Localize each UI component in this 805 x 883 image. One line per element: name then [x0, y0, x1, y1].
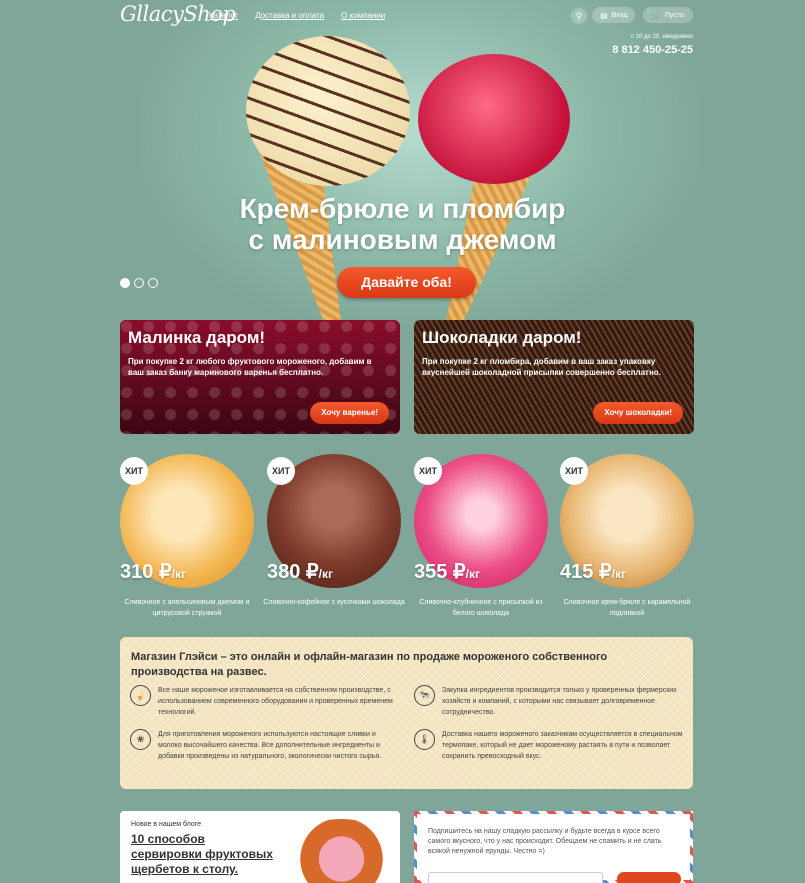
hero-title-line1: Крем-брюле и пломбир	[239, 193, 566, 224]
hit-badge: ХИТ	[120, 457, 148, 485]
nav-about[interactable]: О компании	[341, 11, 385, 20]
cart-button[interactable]: 🛒 Пусто	[643, 7, 693, 23]
promo-chocolate: Шоколадки даром! При покупке 2 кг пломби…	[414, 320, 694, 434]
nav-delivery[interactable]: Доставка и оплата	[255, 11, 324, 20]
hit-badge: ХИТ	[560, 457, 588, 485]
hit-badge: ХИТ	[414, 457, 442, 485]
nav-catalog[interactable]: Каталог	[209, 11, 238, 20]
newsletter-subscribe-button[interactable]	[617, 872, 681, 883]
hit-badge: ХИТ	[267, 457, 295, 485]
ice-cream-icon: 🍦	[130, 685, 151, 706]
promo-title: Малинка даром!	[128, 328, 266, 347]
promo-text: При покупке 2 кг любого фруктового морож…	[128, 357, 372, 377]
about-section: Магазин Глэйси – это онлайн и офлайн-маг…	[120, 637, 693, 789]
product-name[interactable]: Сливочное с апельсиновым джемом и цитрус…	[116, 597, 258, 619]
product-name[interactable]: Сливочное крем-брюле с карамельной подли…	[556, 597, 698, 619]
promo-jam-button[interactable]: Хочу варенье!	[310, 402, 389, 424]
login-button[interactable]: ▤ Вход	[592, 7, 636, 23]
product-price: 380 ₽/кг	[267, 561, 333, 583]
product-price: 355 ₽/кг	[414, 561, 480, 583]
promo-text: При покупке 2 кг пломбира, добавим в ваш…	[422, 357, 661, 377]
cart-label: Пусто	[664, 11, 684, 19]
slider-dot-3[interactable]	[148, 278, 158, 288]
main-nav: Каталог Доставка и оплата О компании	[209, 11, 385, 20]
search-icon[interactable]: ⚲	[571, 8, 587, 24]
feature-item: 🍦 Все наше мороженое изготавливается на …	[130, 685, 400, 718]
work-hours: с 10 до 20, ежедневно	[631, 34, 693, 40]
slider-dots	[120, 278, 158, 288]
about-title: Магазин Глэйси – это онлайн и офлайн-маг…	[131, 651, 608, 678]
product-price: 415 ₽/кг	[560, 561, 626, 583]
hero-title: Крем-брюле и пломбир с малиновым джемом	[0, 193, 805, 255]
login-label: Вход	[611, 11, 628, 19]
product-name[interactable]: Сливочно-кофейное с кусочками шоколада	[263, 597, 405, 608]
promo-chocolate-button[interactable]: Хочу шоколадки!	[593, 402, 683, 424]
scoop-vanilla-chocolate	[246, 36, 410, 186]
newsletter-card: Подпишитесь на нашу сладкую рассылку и б…	[414, 811, 693, 883]
scoop-raspberry	[418, 54, 570, 184]
feature-text: Закупка ингредиентов производится только…	[442, 687, 677, 716]
promo-title: Шоколадки даром!	[422, 328, 582, 347]
feature-item: ❀ Для приготовления мороженого использую…	[130, 729, 400, 762]
blog-post-link[interactable]: 10 способов сервировки фруктовых щербето…	[131, 832, 276, 877]
feature-item: 🌡 Доставка нашего мороженого заказчикам …	[414, 729, 684, 762]
feature-item: 🐄 Закупка ингредиентов производится толь…	[414, 685, 684, 718]
slider-dot-1[interactable]	[120, 278, 130, 288]
feature-text: Для приготовления мороженого используютс…	[158, 731, 382, 760]
cart-icon: 🛒	[651, 10, 661, 20]
login-icon: ▤	[600, 10, 608, 20]
blog-card: Новое в нашем блоге 10 способов сервиров…	[120, 811, 400, 883]
hero-cta-button[interactable]: Давайте оба!	[337, 267, 476, 298]
product-name[interactable]: Сливочно-клубничное с присыпкой из белог…	[410, 597, 552, 619]
leaf-icon: ❀	[130, 729, 151, 750]
feature-text: Все наше мороженое изготавливается на со…	[158, 687, 393, 716]
hero-title-line2: с малиновым джемом	[248, 224, 557, 255]
newsletter-email-input[interactable]	[428, 872, 603, 883]
feature-text: Доставка нашего мороженого заказчикам ос…	[442, 731, 683, 760]
promo-raspberry: Малинка даром! При покупке 2 кг любого ф…	[120, 320, 400, 434]
newsletter-text: Подпишитесь на нашу сладкую рассылку и б…	[428, 828, 662, 855]
slider-dot-2[interactable]	[134, 278, 144, 288]
cow-icon: 🐄	[414, 685, 435, 706]
phone-number: 8 812 450-25-25	[612, 44, 693, 56]
thermometer-icon: 🌡	[414, 729, 435, 750]
product-price: 310 ₽/кг	[120, 561, 186, 583]
blog-image[interactable]	[279, 819, 400, 883]
